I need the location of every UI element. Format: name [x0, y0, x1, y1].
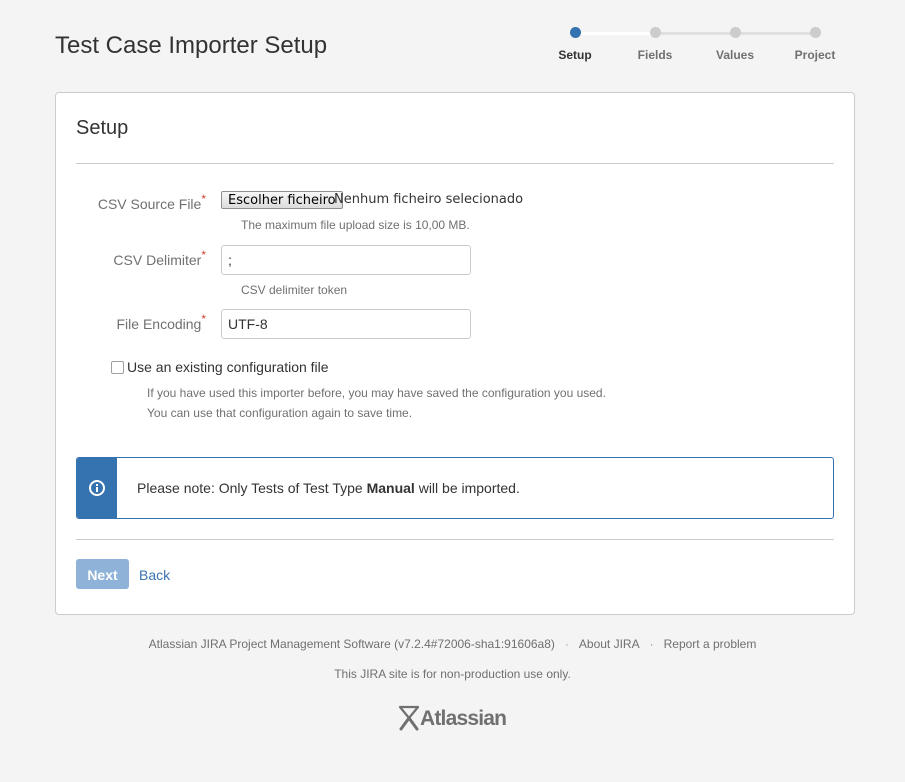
step-values: Values: [695, 25, 775, 62]
next-button[interactable]: Next: [76, 559, 129, 589]
required-marker: *: [201, 248, 206, 262]
csv-source-file-label-text: CSV Source File: [97, 196, 202, 212]
file-status: Nenhum ficheiro selecionado: [334, 192, 524, 207]
use-existing-config-checkbox[interactable]: [111, 361, 124, 374]
required-marker: *: [201, 192, 206, 206]
info-message-text: Please note: Only Tests of Test Type Man…: [137, 480, 520, 496]
csv-source-file-label: CSV Source File*: [56, 192, 206, 212]
progress-tracker: Setup Fields Values Project: [535, 25, 855, 70]
step-setup: Setup: [535, 25, 615, 62]
footer-note: This JIRA site is for non-production use…: [334, 667, 571, 681]
step-dot: [649, 27, 661, 38]
csv-delimiter-input[interactable]: ;: [221, 245, 471, 275]
about-jira-link[interactable]: About JIRA: [579, 637, 640, 651]
setup-panel: Setup CSV Source File* Escolher ficheiro…: [55, 92, 855, 615]
csv-source-file-description: The maximum file upload size is 10,00 MB…: [241, 218, 470, 232]
step-dot: [729, 27, 741, 38]
step-project: Project: [775, 25, 855, 62]
panel-title: Setup: [76, 117, 129, 139]
divider: [76, 163, 834, 164]
step-fields: Fields: [615, 25, 695, 62]
divider: [76, 539, 834, 540]
footer-links: Atlassian JIRA Project Management Softwa…: [0, 637, 905, 651]
info-message-emphasis: Manual: [366, 480, 415, 496]
step-label: Setup: [558, 48, 592, 62]
csv-delimiter-label: CSV Delimiter*: [56, 248, 206, 268]
file-encoding-input[interactable]: UTF-8: [221, 309, 471, 339]
config-description-line2: You can use that configuration again to …: [147, 406, 413, 420]
csv-delimiter-description: CSV delimiter token: [241, 283, 348, 297]
step-label: Project: [794, 48, 836, 62]
report-problem-link[interactable]: Report a problem: [664, 637, 757, 651]
footer-software-version: Atlassian JIRA Project Management Softwa…: [148, 637, 555, 651]
file-encoding-label: File Encoding*: [56, 312, 207, 332]
csv-delimiter-label-text: CSV Delimiter: [113, 252, 202, 268]
page: Test Case Importer Setup Setup Fields Va…: [0, 0, 905, 782]
page-title: Test Case Importer Setup: [55, 32, 328, 59]
file-encoding-label-text: File Encoding: [116, 316, 202, 332]
footer-separator: ·: [564, 637, 569, 651]
back-link[interactable]: Back: [139, 567, 170, 583]
info-message-suffix: will be imported.: [414, 480, 520, 496]
use-existing-config-label[interactable]: Use an existing configuration file: [127, 359, 329, 375]
atlassian-logo-icon: [398, 705, 420, 731]
required-marker: *: [201, 312, 206, 326]
atlassian-logo[interactable]: Atlassian: [398, 704, 507, 734]
info-message-prefix: Please note: Only Tests of Test Type: [137, 480, 367, 496]
info-message: Please note: Only Tests of Test Type Man…: [76, 457, 834, 519]
info-message-sidebar: [77, 458, 117, 518]
footer-separator: ·: [649, 637, 654, 651]
step-dot: [569, 27, 581, 38]
atlassian-logo-text: Atlassian: [420, 707, 507, 730]
choose-file-button[interactable]: Escolher ficheiro: [221, 191, 343, 209]
step-dot: [809, 27, 821, 38]
step-label: Fields: [637, 48, 673, 62]
config-description-line1: If you have used this importer before, y…: [147, 386, 606, 400]
info-icon: [89, 480, 105, 496]
step-label: Values: [715, 48, 755, 62]
